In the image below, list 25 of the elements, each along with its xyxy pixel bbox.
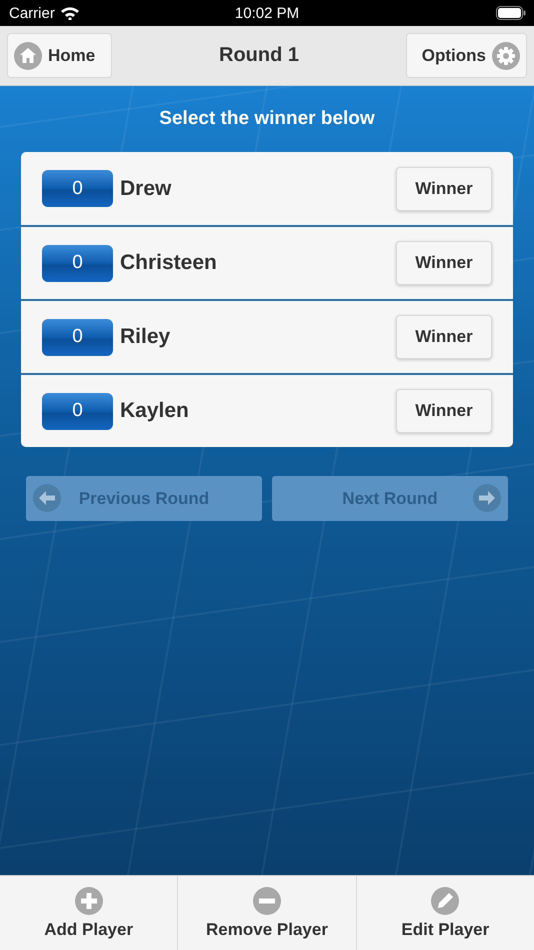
house-icon (14, 42, 42, 70)
options-button[interactable]: Options (406, 33, 527, 78)
instruction-text: Select the winner below (159, 108, 375, 130)
winner-button[interactable]: Winner (396, 315, 492, 359)
home-button[interactable]: Home (7, 33, 112, 78)
player-name: Drew (120, 176, 172, 200)
player-name: Riley (120, 325, 172, 349)
player-name: Christeen (120, 251, 218, 275)
pencil-icon (431, 886, 460, 914)
score-badge: 0 (42, 318, 113, 356)
clock-time: 10:02 PM (234, 4, 300, 22)
winner-button[interactable]: Winner (396, 166, 492, 210)
battery-icon (496, 6, 526, 20)
score-badge: 0 (42, 170, 113, 207)
score-badge: 0 (42, 392, 113, 430)
plus-icon (74, 886, 103, 914)
screen-title: Round 1 (219, 44, 299, 67)
wifi-icon (60, 6, 80, 20)
settings-icon (492, 42, 520, 70)
carrier-label: Carrier (9, 4, 55, 22)
score-badge: 0 (42, 244, 113, 282)
winner-button[interactable]: Winner (396, 241, 492, 285)
minus-icon (252, 886, 281, 914)
winner-button[interactable]: Winner (396, 389, 492, 433)
player-name: Kaylen (120, 399, 190, 423)
